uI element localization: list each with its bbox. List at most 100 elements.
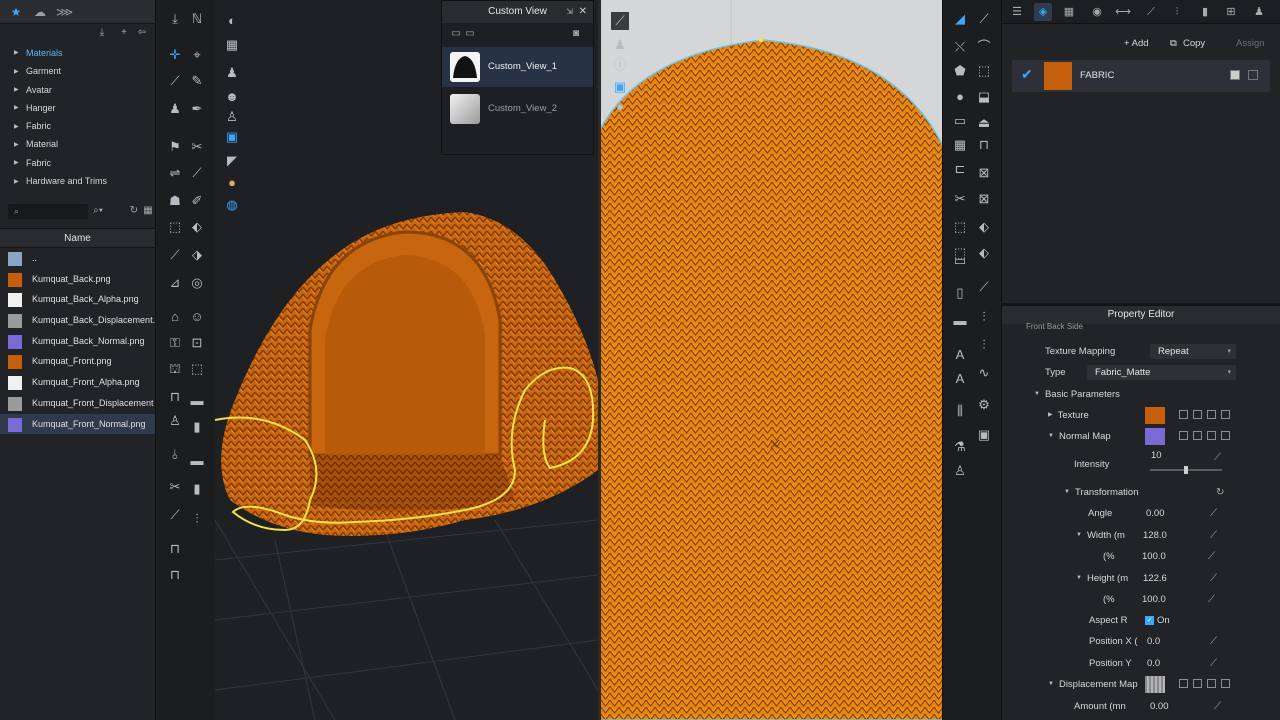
basic-parameters-section[interactable]: ▼ Basic Parameters xyxy=(1002,384,1280,405)
open-icon[interactable] xyxy=(1193,431,1202,440)
tee-icon[interactable]: ⛫ xyxy=(166,360,184,378)
2d-iron-icon[interactable]: ⏏ xyxy=(975,114,993,132)
edit-icon[interactable] xyxy=(1207,431,1216,440)
amount-value[interactable]: 0.00 xyxy=(1150,696,1169,717)
grid-tool-icon[interactable]: ⬖ xyxy=(188,218,206,236)
2d-circle-icon[interactable]: ● xyxy=(951,88,969,106)
column-header-name[interactable]: Name xyxy=(0,228,155,248)
button-icon[interactable]: ☺ xyxy=(188,308,206,326)
2d-select-icon[interactable]: ⟋ xyxy=(975,10,993,28)
garment-tool-icon[interactable]: ♟ xyxy=(166,100,184,118)
2d-trim-icon[interactable]: ▣ xyxy=(975,426,993,444)
tree-item-avatar[interactable]: ▶ Avatar xyxy=(8,81,150,99)
transformation-section[interactable]: ▼ Transformation ↻ xyxy=(1002,482,1280,503)
angle-value[interactable]: 0.00 xyxy=(1146,503,1165,524)
2d-line-icon[interactable]: ⟋ xyxy=(975,278,993,296)
fabric-tab-icon[interactable]: ◈ xyxy=(1034,3,1052,21)
fitting-tool-icon[interactable]: ☗ xyxy=(166,192,184,210)
tree-item-fabric-2[interactable]: ▶ Fabric xyxy=(8,154,150,172)
bar-icon[interactable]: ▬ xyxy=(188,392,206,410)
grid-icon[interactable] xyxy=(1179,679,1188,688)
2d-info-icon[interactable]: ⓘ xyxy=(611,56,629,74)
close-icon[interactable]: ✕ xyxy=(579,1,587,23)
pin-icon[interactable]: ⇲ xyxy=(566,1,573,23)
2d-seam-icon[interactable]: ▬ xyxy=(951,312,969,330)
seam-tool-icon[interactable]: ⇌ xyxy=(166,164,184,182)
2d-curve-icon[interactable]: ⌒ xyxy=(975,38,993,56)
button-tab-icon[interactable]: ◉ xyxy=(1088,3,1106,21)
graphic-tool-icon[interactable]: ⌂ xyxy=(166,308,184,326)
file-row[interactable]: Kumquat_Back.png xyxy=(0,269,155,290)
topstitch-tab-icon[interactable]: ⟷ xyxy=(1114,3,1132,21)
file-row[interactable]: Kumquat_Front_Displacement xyxy=(0,393,155,414)
camera-icon[interactable]: ◙ xyxy=(570,28,582,40)
shading-icon[interactable]: ◤ xyxy=(223,152,241,170)
brush-icon[interactable]: ✎ xyxy=(188,72,206,90)
fabric-list-item[interactable]: ✔ FABRIC xyxy=(1012,60,1270,92)
intensity-slider-thumb[interactable] xyxy=(1184,466,1188,474)
collapse-arrow-icon[interactable]: ▼ xyxy=(1076,575,1082,581)
block-icon[interactable]: ▮ xyxy=(188,480,206,498)
expand-arrow-icon[interactable]: ▶ xyxy=(1048,412,1053,418)
collapse-arrow-icon[interactable]: ▼ xyxy=(1048,681,1054,687)
fold-tool-icon[interactable]: ⤓ xyxy=(166,10,184,28)
2d-internal-icon[interactable]: ▭ xyxy=(951,112,969,130)
arrange-tool-icon[interactable]: ⬚ xyxy=(166,218,184,236)
measure-icon[interactable]: ⫰ xyxy=(166,446,184,464)
2d-triangle-icon[interactable]: ◢ xyxy=(951,10,969,28)
2d-sewing-icon[interactable]: ⫶ xyxy=(975,336,993,354)
2d-trace-icon[interactable]: ▭ xyxy=(951,252,969,270)
type-select[interactable]: Fabric_Matte ▾ xyxy=(1087,365,1236,380)
add-folder-icon[interactable]: + xyxy=(118,27,130,39)
eyedropper-icon[interactable]: ⟋ xyxy=(1210,525,1217,546)
open-icon[interactable] xyxy=(1193,679,1202,688)
2d-pin-icon[interactable]: ⬖ xyxy=(975,218,993,236)
puckering-icon[interactable]: ⬚ xyxy=(188,360,206,378)
marketplace-icon[interactable]: ⋙ xyxy=(56,4,73,20)
cloud-library-icon[interactable]: ☁ xyxy=(32,4,48,20)
puckering-tab-icon[interactable]: ⊞ xyxy=(1222,3,1240,21)
2d-text-icon[interactable]: A xyxy=(951,346,969,364)
reset-icon[interactable]: ↻ xyxy=(1216,482,1224,503)
delete-icon[interactable] xyxy=(1221,679,1230,688)
2d-marker-icon[interactable]: ⊠ xyxy=(975,190,993,208)
seamline-tab-icon[interactable]: ⟋ xyxy=(1142,3,1160,21)
grid-view-icon[interactable]: ▦ xyxy=(142,205,154,217)
2d-check-icon[interactable]: ⊠ xyxy=(975,164,993,182)
2d-sphere-icon[interactable]: ● xyxy=(611,98,629,116)
zipper-tab-icon[interactable]: ⫶ xyxy=(1168,3,1186,21)
pattern-piece[interactable] xyxy=(601,39,942,720)
2d-pattern-viewport[interactable]: ⟋ ♟ ⓘ ▣ ● xyxy=(598,0,942,720)
avatar-view-icon[interactable]: ☻ xyxy=(223,88,241,106)
zipper-tool-icon[interactable]: ⚿ xyxy=(166,334,184,352)
assign-button[interactable]: Assign xyxy=(1236,36,1265,52)
needle-tool-icon[interactable]: ⟋ xyxy=(188,164,206,182)
2d-stitch-icon[interactable]: ⫼ xyxy=(951,402,969,420)
tree-item-material[interactable]: ▶ Material xyxy=(8,135,150,153)
environment-icon[interactable]: ◍ xyxy=(223,196,241,214)
grid-icon[interactable] xyxy=(1179,431,1188,440)
2d-notch-icon[interactable]: ⫶ xyxy=(975,308,993,326)
2d-texture-icon[interactable]: ▣ xyxy=(611,78,629,96)
fold-icon[interactable]: ⊓ xyxy=(166,566,184,584)
edit-tool-icon[interactable]: ✐ xyxy=(188,192,206,210)
copy-fabric-icon[interactable] xyxy=(1230,70,1240,80)
texture-mode-icon[interactable]: ▦ xyxy=(223,36,241,54)
shirt-tool-icon[interactable]: ⊓ xyxy=(166,540,184,558)
pen-tool-icon[interactable]: ✒ xyxy=(188,100,206,118)
tape-tool-icon[interactable]: ✂ xyxy=(166,478,184,496)
delete-icon[interactable] xyxy=(1221,431,1230,440)
add-button[interactable]: + Add xyxy=(1124,36,1149,52)
eyedropper-icon[interactable]: ⟋ xyxy=(1210,503,1217,524)
displacement-swatch[interactable] xyxy=(1145,676,1165,693)
eyedropper-icon[interactable]: ⟋ xyxy=(1214,447,1221,468)
measure-tool-icon[interactable]: ⊿ xyxy=(166,274,184,292)
2d-text-size-icon[interactable]: A xyxy=(951,370,969,388)
2d-wave-icon[interactable]: ∿ xyxy=(975,364,993,382)
eyedropper-icon[interactable]: ⟋ xyxy=(1208,589,1215,610)
file-row-parent[interactable]: .. xyxy=(0,248,155,269)
circle-tool-icon[interactable]: ◎ xyxy=(188,274,206,292)
list-icon[interactable]: ☰ xyxy=(1008,3,1026,21)
delete-icon[interactable] xyxy=(1221,410,1230,419)
2d-fold-icon[interactable]: ⊏ xyxy=(951,160,969,178)
